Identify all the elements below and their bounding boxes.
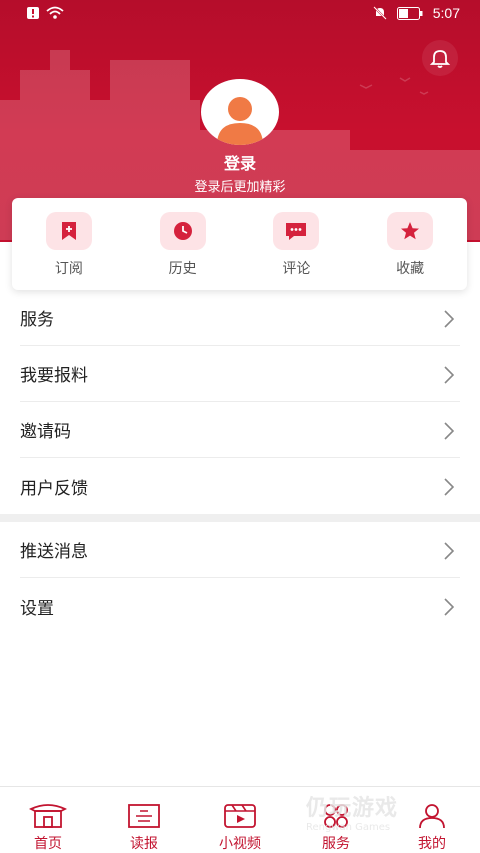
star-icon [401,222,420,240]
clock-icon [173,222,192,240]
menu-item-label: 设置 [20,598,54,619]
chevron-right-icon [444,366,454,384]
tab-label: 服务 [322,836,350,852]
tab-mine[interactable]: 我的 [384,787,480,853]
menu-item-feedback[interactable]: 用户反馈 [20,458,460,514]
newspaper-icon [128,804,160,828]
tab-label: 我的 [418,836,446,852]
comments-button[interactable]: 评论 [240,198,354,290]
chevron-right-icon [444,598,454,616]
favorites-label: 收藏 [396,261,425,277]
chat-bubble-icon [286,223,307,240]
tab-label: 首页 [34,836,62,852]
history-label: 历史 [168,261,197,277]
chevron-right-icon [444,422,454,440]
services-icon [324,804,348,828]
subscribe-label: 订阅 [54,261,83,277]
default-user-icon [217,97,263,145]
history-button[interactable]: 历史 [126,198,240,290]
home-icon [29,804,67,828]
tab-short-video[interactable]: 小视频 [192,787,288,853]
battery-icon [396,6,423,20]
section-divider [0,514,480,522]
menu-item-label: 用户反馈 [20,478,88,499]
avatar[interactable] [201,79,279,145]
wifi-icon [46,6,64,19]
mute-bell-icon [373,6,387,20]
bell-icon [429,50,451,68]
subscribe-button[interactable]: 订阅 [12,198,126,290]
user-icon [419,804,445,829]
tab-label: 小视频 [219,836,261,852]
menu-item-label: 我要报料 [20,366,88,386]
favorites-button[interactable]: 收藏 [353,198,467,290]
chevron-right-icon [444,310,454,328]
notification-button[interactable] [422,40,458,76]
menu-item-label: 服务 [20,310,54,330]
video-icon [224,804,256,828]
tab-label: 读报 [130,836,158,852]
bottom-tab-bar: 首页 读报 小视频 服务 我的 [0,786,480,853]
menu-item-invite-code[interactable]: 邀请码 [20,402,460,458]
status-time: 5:07 [432,5,460,21]
comments-label: 评论 [282,261,311,277]
status-bar: 5:07 [0,0,480,28]
menu-item-push-messages[interactable]: 推送消息 [20,522,460,578]
tab-services[interactable]: 服务 [288,787,384,853]
tab-read-newspaper[interactable]: 读报 [96,787,192,853]
quick-actions-card: 订阅 历史 评论 收藏 [12,198,467,290]
login-title[interactable]: 登录 [0,150,480,174]
chevron-right-icon [444,542,454,560]
menu-item-report-news[interactable]: 我要报料 [20,346,460,402]
tab-home[interactable]: 首页 [0,787,96,853]
login-subtitle: 登录后更加精彩 [194,180,286,195]
bookmark-plus-icon [61,222,76,240]
menu-item-label: 邀请码 [20,422,71,442]
menu-item-label: 推送消息 [20,542,88,562]
menu-item-services[interactable]: 服务 [20,290,460,346]
chevron-right-icon [444,478,454,496]
menu-item-settings[interactable]: 设置 [20,578,460,634]
alert-icon [27,7,39,19]
settings-menu: 服务 我要报料 邀请码 用户反馈 推送消息 设置 [0,290,480,634]
